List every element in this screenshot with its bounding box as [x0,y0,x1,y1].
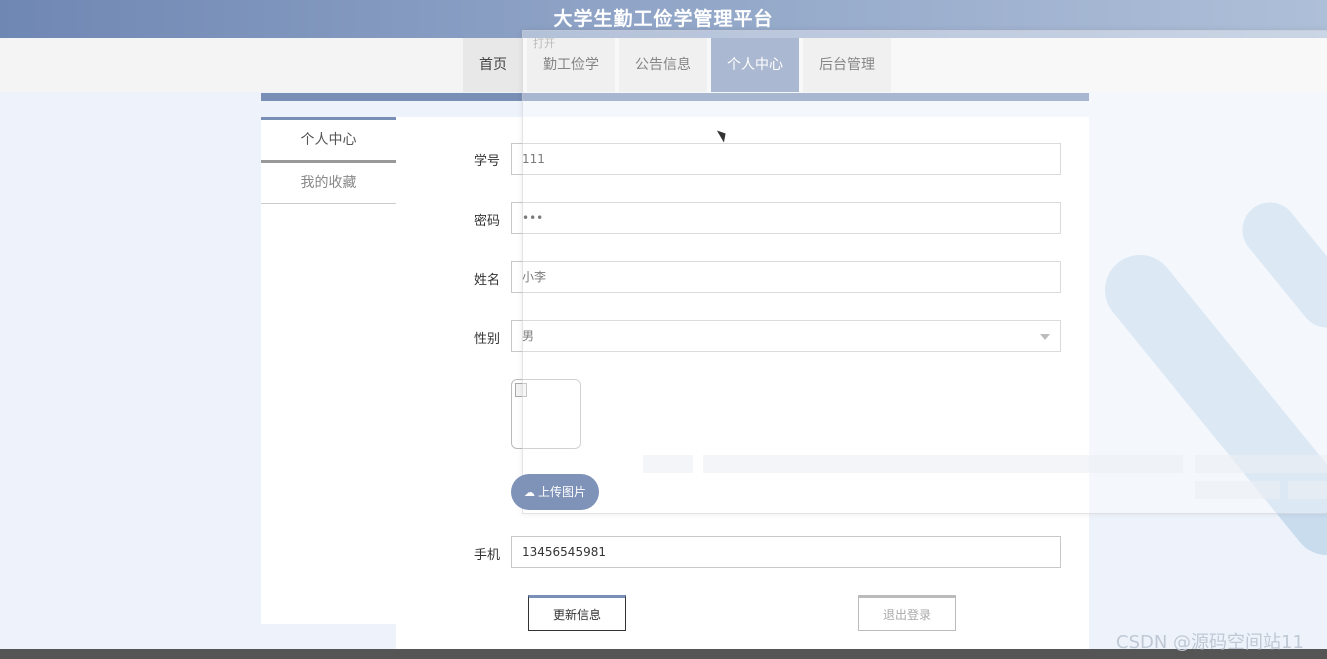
phone-input[interactable]: 13456545981 [511,536,1061,568]
gender-label: 性别 [473,332,500,347]
side-menu: 个人中心 我的收藏 [261,117,396,204]
student-id-label: 学号 [473,154,500,169]
dialog-row [643,455,693,473]
watermark: CSDN @源码空间站11 [1116,632,1304,653]
file-open-dialog-overlay: 打开 [522,30,1327,514]
password-label: 密码 [473,214,500,229]
site-title: 大学生勤工俭学管理平台 [553,8,774,30]
phone-label: 手机 [473,548,500,563]
logout-button[interactable]: 退出登录 [858,595,956,631]
dialog-row [1195,481,1280,499]
update-info-button[interactable]: 更新信息 [528,595,626,631]
dialog-title: 打开 [533,37,555,50]
cloud-upload-icon: ☁ [523,486,535,499]
upload-image-button[interactable]: ☁ 上传图片 [511,474,599,510]
dialog-row [703,455,1183,473]
side-item-personal-center[interactable]: 个人中心 [261,117,396,163]
name-label: 姓名 [473,273,500,288]
upload-button-label: 上传图片 [537,485,586,499]
nav-item-home[interactable]: 首页 [463,38,523,92]
dialog-row [1195,455,1327,473]
dialog-row [1288,481,1327,499]
side-item-favorites[interactable]: 我的收藏 [261,163,396,204]
